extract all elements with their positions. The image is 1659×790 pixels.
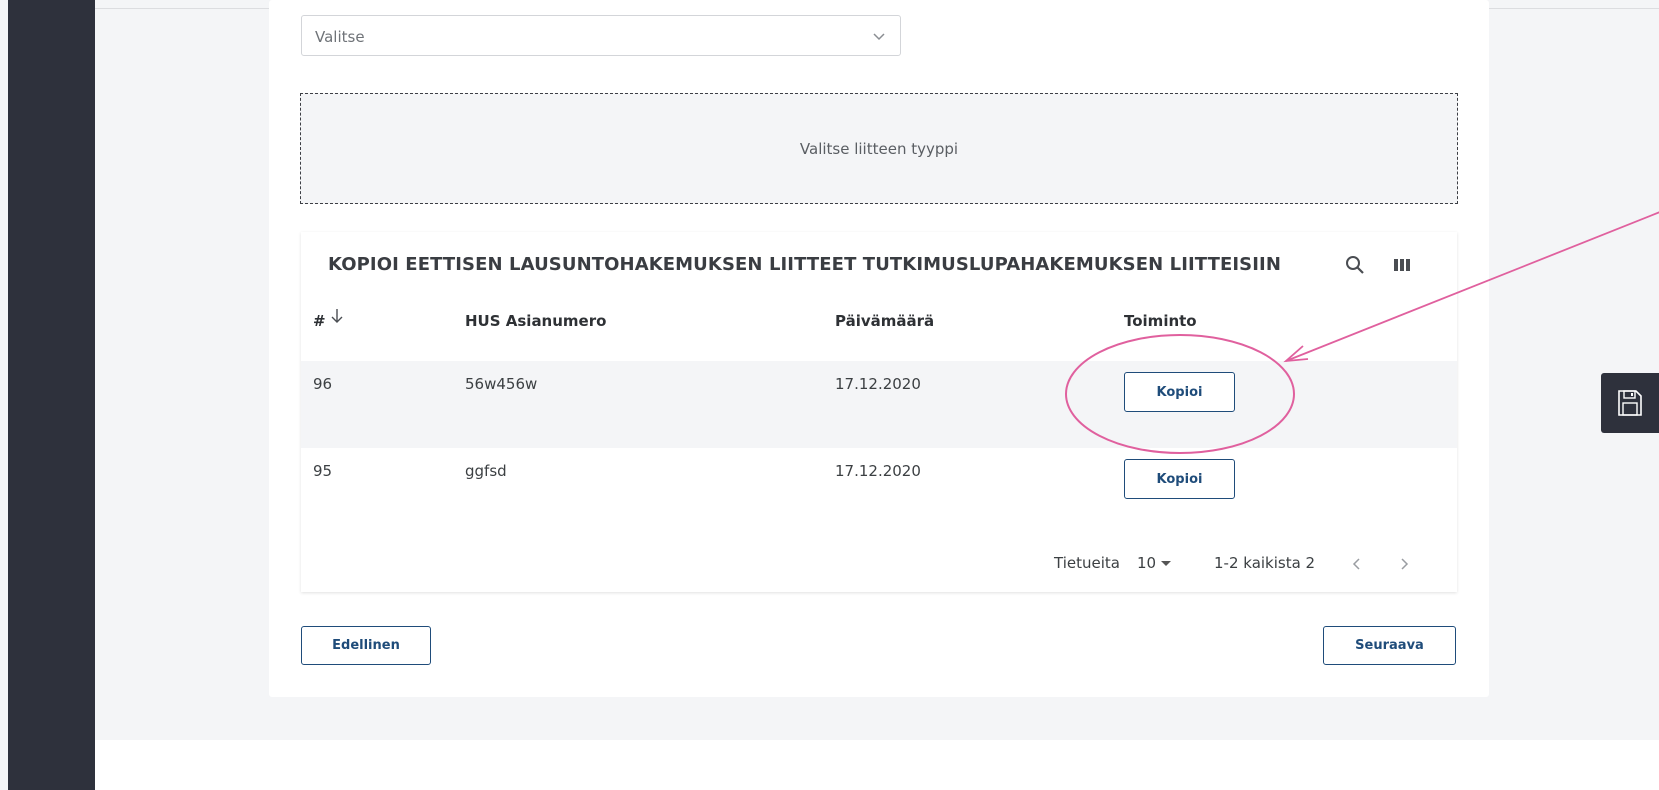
row-number: 96	[313, 375, 333, 393]
row-case-number: ggfsd	[465, 462, 507, 480]
row-case-number: 56w456w	[465, 375, 538, 393]
table-row: 95 ggfsd 17.12.2020 Kopioi	[301, 448, 1457, 535]
save-button[interactable]	[1601, 373, 1659, 433]
arrow-down-icon[interactable]	[329, 307, 345, 325]
row-date: 17.12.2020	[835, 462, 921, 480]
row-number: 95	[313, 462, 333, 480]
column-header-number[interactable]: #	[313, 312, 326, 330]
attachment-dropzone[interactable]: Valitse liitteen tyyppi	[300, 93, 1458, 204]
attachment-type-select[interactable]: Valitse	[301, 15, 901, 56]
next-button[interactable]: Seuraava	[1323, 626, 1456, 665]
row-date: 17.12.2020	[835, 375, 921, 393]
select-value: Valitse	[315, 28, 365, 46]
columns-icon[interactable]	[1392, 255, 1412, 275]
copy-button[interactable]: Kopioi	[1124, 459, 1235, 499]
chevron-left-icon[interactable]	[1349, 555, 1365, 573]
left-sidebar	[8, 0, 95, 790]
table-row: 96 56w456w 17.12.2020 Kopioi	[301, 361, 1457, 448]
search-icon[interactable]	[1344, 254, 1366, 276]
caret-down-icon[interactable]	[1161, 561, 1171, 566]
floppy-disk-icon	[1618, 390, 1642, 416]
chevron-right-icon[interactable]	[1396, 555, 1412, 573]
rows-per-page-select[interactable]: 10	[1137, 554, 1156, 572]
copy-button[interactable]: Kopioi	[1124, 372, 1235, 412]
column-header-date[interactable]: Päivämäärä	[835, 312, 934, 330]
copy-attachments-table: KOPIOI EETTISEN LAUSUNTOHAKEMUKSEN LIITT…	[301, 232, 1457, 592]
dropzone-text: Valitse liitteen tyyppi	[799, 139, 959, 158]
previous-button[interactable]: Edellinen	[301, 626, 431, 665]
column-header-case-number[interactable]: HUS Asianumero	[465, 312, 606, 330]
column-header-action: Toiminto	[1124, 312, 1197, 330]
pagination-range: 1-2 kaikista 2	[1214, 554, 1316, 572]
footer	[95, 740, 1659, 790]
table-title: KOPIOI EETTISEN LAUSUNTOHAKEMUKSEN LIITT…	[328, 254, 1281, 275]
rows-per-page-label: Tietueita	[1054, 554, 1120, 572]
chevron-down-icon	[873, 33, 885, 41]
